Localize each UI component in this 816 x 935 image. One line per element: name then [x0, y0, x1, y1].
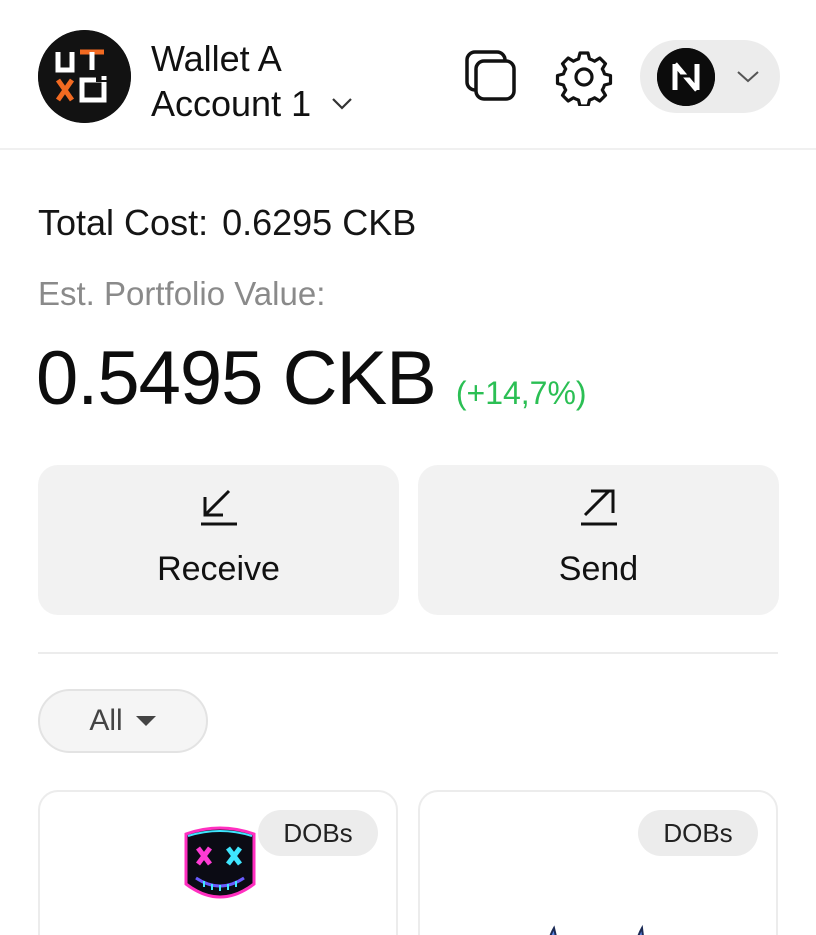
- receive-label: Receive: [157, 550, 280, 588]
- portfolio-change: (+14,7%): [455, 375, 587, 411]
- send-label: Send: [558, 550, 639, 588]
- asset-type-badge: DOBs: [258, 810, 378, 856]
- copy-button[interactable]: [462, 48, 520, 106]
- divider: [38, 652, 778, 654]
- asset-card[interactable]: DOBs: [38, 790, 398, 935]
- total-cost-value: 0.6295 CKB: [222, 202, 417, 243]
- network-selector[interactable]: [640, 40, 780, 113]
- filter-selected-label: All: [89, 704, 123, 737]
- asset-filter-dropdown[interactable]: All: [38, 689, 208, 753]
- asset-card[interactable]: DOBs: [418, 790, 778, 935]
- blue-horns-image: [538, 914, 648, 935]
- chevron-down-icon: [332, 98, 352, 110]
- settings-button[interactable]: [555, 48, 613, 106]
- send-button[interactable]: Send: [418, 465, 779, 615]
- neon-mask-image: [180, 824, 260, 908]
- receive-button[interactable]: Receive: [38, 465, 399, 615]
- arrow-up-right-icon: [580, 489, 617, 526]
- copy-icon: [465, 50, 516, 101]
- gear-icon: [555, 51, 613, 106]
- portfolio-value-row: 0.5495 CKB (+14,7%): [36, 334, 587, 424]
- total-cost: Total Cost: 0.6295 CKB: [38, 200, 416, 246]
- wallet-name: Wallet A: [151, 38, 282, 79]
- nervos-network-icon: [657, 48, 715, 106]
- arrow-down-left-icon: [200, 489, 237, 526]
- portfolio-value: 0.5495 CKB: [36, 336, 437, 421]
- account-name: Account 1: [151, 83, 312, 124]
- caret-down-icon: [135, 716, 156, 726]
- chevron-down-icon: [737, 71, 759, 83]
- utxo-logo-icon: [38, 30, 131, 123]
- account-selector[interactable]: Account 1: [151, 83, 353, 125]
- est-portfolio-label: Est. Portfolio Value:: [38, 275, 326, 312]
- total-cost-label: Total Cost:: [38, 202, 209, 243]
- app-header: Wallet A Account 1: [0, 0, 816, 150]
- asset-type-badge: DOBs: [638, 810, 758, 856]
